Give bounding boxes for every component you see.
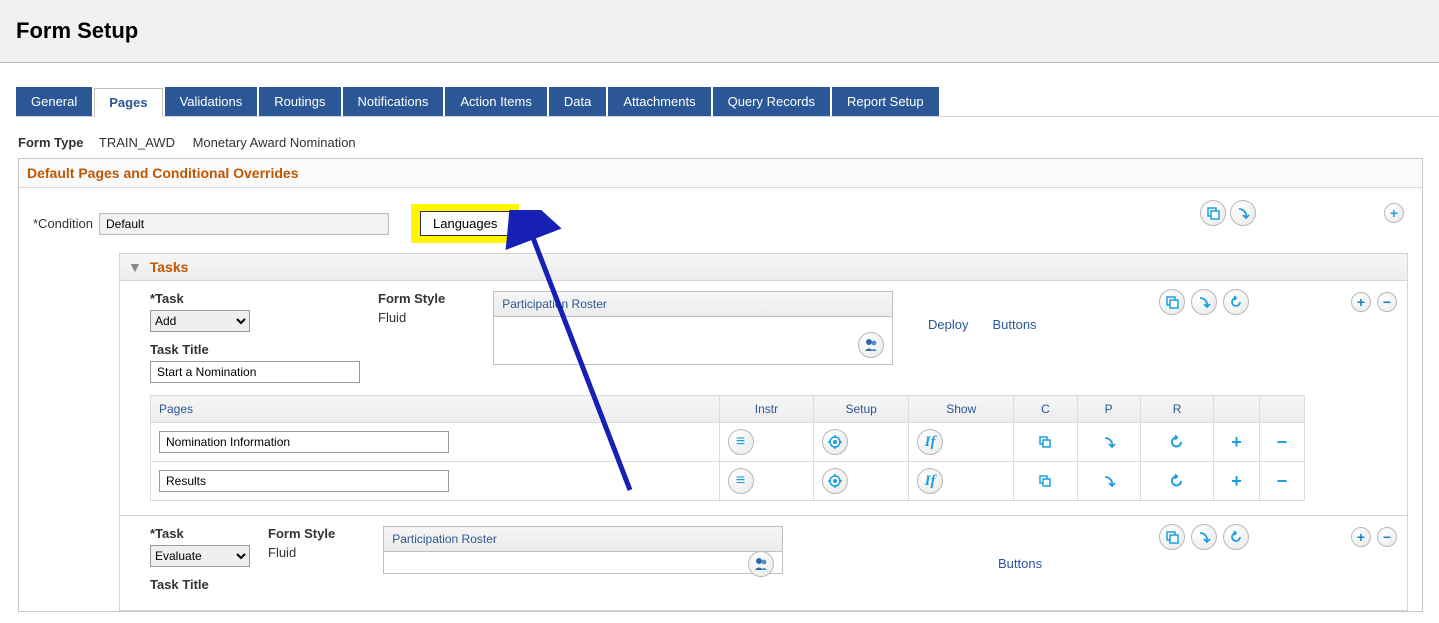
form-type-code: TRAIN_AWD: [99, 135, 175, 150]
show-if-icon[interactable]: If: [917, 468, 943, 494]
paste-icon[interactable]: [1191, 524, 1217, 550]
add-row-icon[interactable]: +: [1384, 203, 1404, 223]
tasks-header[interactable]: ▼ Tasks: [120, 254, 1407, 281]
languages-button[interactable]: Languages: [420, 211, 510, 236]
setup-icon[interactable]: [822, 429, 848, 455]
copy-icon[interactable]: [1032, 468, 1058, 494]
tab-data[interactable]: Data: [549, 87, 606, 116]
setup-icon[interactable]: [822, 468, 848, 494]
buttons-link[interactable]: Buttons: [992, 317, 1036, 332]
task-item: + − *Task Evaluate Task Title Form Style…: [120, 516, 1407, 610]
people-icon[interactable]: [858, 332, 884, 358]
task-title-label: Task Title: [150, 342, 360, 357]
page-name-input[interactable]: [159, 470, 449, 492]
tab-query-records[interactable]: Query Records: [713, 87, 830, 116]
undo-icon[interactable]: [1223, 524, 1249, 550]
undo-icon[interactable]: [1164, 429, 1190, 455]
people-icon[interactable]: [748, 551, 774, 577]
add-row-icon[interactable]: +: [1351, 292, 1371, 312]
tab-pages[interactable]: Pages: [94, 88, 162, 117]
col-pages: Pages: [151, 396, 720, 423]
condition-input[interactable]: [99, 213, 389, 235]
pages-table: Pages Instr Setup Show C P R ≡: [150, 395, 1305, 501]
col-setup: Setup: [814, 396, 909, 423]
buttons-link[interactable]: Buttons: [998, 556, 1042, 571]
form-style-label: Form Style: [378, 291, 445, 306]
remove-row-icon[interactable]: −: [1377, 292, 1397, 312]
task-label: *Task: [150, 291, 360, 306]
undo-icon[interactable]: [1223, 289, 1249, 315]
tab-notifications[interactable]: Notifications: [343, 87, 444, 116]
languages-highlight: Languages: [411, 204, 519, 243]
add-row-icon[interactable]: +: [1351, 527, 1371, 547]
tab-attachments[interactable]: Attachments: [608, 87, 710, 116]
tab-validations[interactable]: Validations: [165, 87, 258, 116]
col-c: C: [1014, 396, 1077, 423]
section-title: Default Pages and Conditional Overrides: [19, 159, 1422, 188]
roster-title: Participation Roster: [494, 292, 892, 317]
paste-icon[interactable]: [1191, 289, 1217, 315]
add-row-icon[interactable]: +: [1224, 429, 1250, 455]
add-row-icon[interactable]: +: [1224, 468, 1250, 494]
col-show: Show: [909, 396, 1014, 423]
tab-general[interactable]: General: [16, 87, 92, 116]
col-add: [1214, 396, 1259, 423]
col-remove: [1259, 396, 1304, 423]
instr-icon[interactable]: ≡: [728, 468, 754, 494]
remove-row-icon[interactable]: −: [1269, 429, 1295, 455]
paste-icon[interactable]: [1096, 429, 1122, 455]
table-row: ≡ If + −: [151, 423, 1305, 462]
deploy-link[interactable]: Deploy: [928, 317, 968, 332]
col-instr: Instr: [719, 396, 814, 423]
remove-row-icon[interactable]: −: [1377, 527, 1397, 547]
tab-report-setup[interactable]: Report Setup: [832, 87, 939, 116]
copy-icon[interactable]: [1200, 200, 1226, 226]
task-title-label: Task Title: [150, 577, 250, 592]
form-type-label: Form Type: [18, 135, 84, 150]
task-select[interactable]: Add: [150, 310, 250, 332]
table-row: ≡ If + −: [151, 462, 1305, 501]
participation-roster: Participation Roster: [493, 291, 893, 365]
tab-routings[interactable]: Routings: [259, 87, 340, 116]
paste-icon[interactable]: [1096, 468, 1122, 494]
form-type-row: Form Type TRAIN_AWD Monetary Award Nomin…: [18, 135, 1439, 150]
collapse-icon: ▼: [128, 259, 142, 275]
form-style-value: Fluid: [378, 310, 445, 325]
roster-title: Participation Roster: [384, 527, 782, 552]
tab-action-items[interactable]: Action Items: [445, 87, 547, 116]
tasks-section: ▼ Tasks + − *Task Add Task Title: [119, 253, 1408, 611]
tasks-header-label: Tasks: [150, 259, 189, 275]
form-type-name: Monetary Award Nomination: [193, 135, 356, 150]
tab-bar: General Pages Validations Routings Notif…: [16, 87, 1439, 117]
page-title: Form Setup: [16, 18, 1423, 44]
copy-icon[interactable]: [1159, 289, 1185, 315]
participation-roster: Participation Roster: [383, 526, 783, 574]
task-item: + − *Task Add Task Title Form Style Flui…: [120, 281, 1407, 516]
task-select[interactable]: Evaluate: [150, 545, 250, 567]
remove-row-icon[interactable]: −: [1269, 468, 1295, 494]
copy-icon[interactable]: [1032, 429, 1058, 455]
col-p: P: [1077, 396, 1140, 423]
page-name-input[interactable]: [159, 431, 449, 453]
form-style-label: Form Style: [268, 526, 335, 541]
task-label: *Task: [150, 526, 250, 541]
instr-icon[interactable]: ≡: [728, 429, 754, 455]
task-title-input[interactable]: [150, 361, 360, 383]
show-if-icon[interactable]: If: [917, 429, 943, 455]
condition-label: *Condition: [33, 216, 93, 231]
section-default-pages: Default Pages and Conditional Overrides …: [18, 158, 1423, 612]
copy-icon[interactable]: [1159, 524, 1185, 550]
undo-icon[interactable]: [1164, 468, 1190, 494]
paste-icon[interactable]: [1230, 200, 1256, 226]
col-r: R: [1140, 396, 1214, 423]
form-style-value: Fluid: [268, 545, 335, 560]
